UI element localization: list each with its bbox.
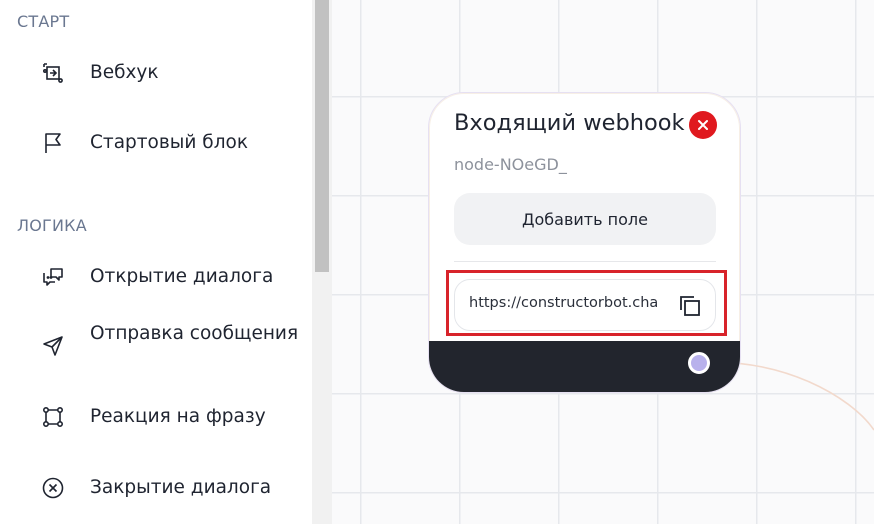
close-icon (698, 120, 708, 130)
output-port[interactable] (688, 352, 710, 374)
sidebar-item-label: Отправка сообщения (90, 323, 299, 344)
copy-url-button[interactable] (677, 293, 703, 319)
flag-icon (40, 130, 66, 156)
sidebar-item-open-dialog[interactable]: Открытие диалога (0, 262, 312, 292)
sidebar-item-label: Открытие диалога (90, 266, 274, 287)
sidebar-item-label: Реакция на фразу (90, 406, 266, 427)
sidebar-scrollbar-thumb[interactable] (315, 0, 329, 272)
node-id: node-NOeGD_ (454, 155, 567, 174)
webhook-node[interactable]: Входящий webhook node-NOeGD_ Добавить по… (428, 92, 741, 393)
copy-icon (680, 296, 700, 316)
section-title-start: СТАРТ (17, 12, 70, 31)
sidebar-item-phrase-reaction[interactable]: Реакция на фразу (0, 402, 312, 432)
close-dialog-icon (40, 475, 66, 501)
sidebar-item-label: Вебхук (90, 62, 159, 83)
section-title-logic: ЛОГИКА (17, 216, 87, 235)
send-icon (40, 333, 66, 359)
node-title: Входящий webhook (454, 110, 685, 136)
webhook-icon (40, 60, 66, 86)
sidebar-item-label: Закрытие диалога (90, 477, 272, 498)
add-field-button[interactable]: Добавить поле (454, 193, 716, 245)
sidebar-item-webhook[interactable]: Вебхук (0, 58, 312, 88)
sidebar-item-start-block[interactable]: Стартовый блок (0, 128, 312, 158)
sidebar: СТАРТ Вебхук Стартовый блок ЛОГИКА Откры… (0, 0, 312, 524)
webhook-url-text[interactable]: https://constructorbot.cha (469, 295, 659, 311)
open-dialog-icon (40, 264, 66, 290)
sidebar-item-label: Стартовый блок (90, 132, 249, 153)
divider (454, 261, 716, 262)
webhook-url-field[interactable]: https://constructorbot.cha (454, 279, 716, 331)
phrase-reaction-icon (40, 404, 66, 430)
sidebar-item-close-dialog[interactable]: Закрытие диалога (0, 473, 312, 503)
sidebar-item-send-message[interactable]: Отправка сообщения (0, 320, 312, 372)
delete-node-button[interactable] (689, 111, 717, 139)
